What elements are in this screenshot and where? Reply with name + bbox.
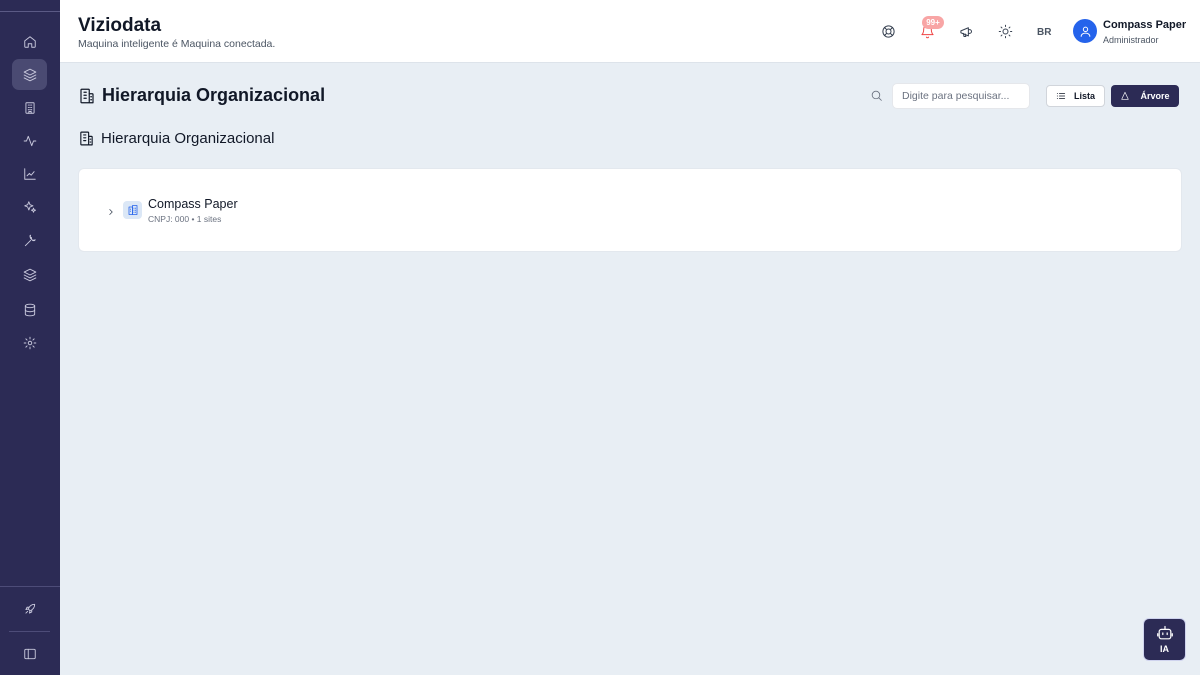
tree-node-meta: CNPJ: 000 • 1 sites: [148, 214, 222, 224]
rocket-icon: [24, 603, 35, 614]
top-header: Viziodata Maquina inteligente é Maquina …: [60, 0, 1200, 63]
database-icon: [24, 303, 35, 316]
section-title-row: Hierarquia Organizacional: [78, 130, 274, 147]
expand-toggle[interactable]: [106, 204, 118, 216]
sidebar-toggle-button[interactable]: [12, 638, 47, 669]
sidebar-item-settings[interactable]: [12, 327, 47, 358]
list-icon: [1056, 93, 1066, 99]
gear-icon: [23, 336, 36, 349]
layers-icon: [23, 268, 36, 281]
sidebar-toggle-icon: [23, 648, 36, 659]
tree-node-name[interactable]: Compass Paper: [148, 197, 238, 211]
brand-title: Viziodata: [78, 15, 162, 36]
page-title-row: Hierarquia Organizacional: [78, 85, 325, 106]
user-name[interactable]: Compass Paper: [1103, 19, 1186, 31]
hierarchy-tree-card: [78, 168, 1182, 252]
announcements-button[interactable]: [957, 22, 975, 40]
language-selector[interactable]: BR: [1037, 27, 1051, 38]
sidebar-item-organization[interactable]: [12, 92, 47, 123]
tree-icon: [1121, 91, 1130, 100]
home-icon: [23, 35, 36, 48]
sidebar-item-maintenance[interactable]: [12, 225, 47, 256]
sun-icon: [998, 24, 1012, 38]
sparkles-icon: [23, 200, 36, 213]
sidebar-item-stack[interactable]: [12, 259, 47, 290]
sidebar-item-layers[interactable]: [12, 59, 47, 90]
search-icon: [870, 89, 884, 103]
building-icon: [24, 101, 35, 114]
sidebar-item-database[interactable]: [12, 294, 47, 325]
sidebar-item-ai[interactable]: [12, 191, 47, 222]
robot-icon: [1156, 625, 1173, 640]
building-icon: [128, 205, 137, 215]
sidebar: [0, 0, 60, 675]
organization-node-icon: [123, 201, 142, 219]
sidebar-item-home[interactable]: [12, 26, 47, 57]
sidebar-item-release[interactable]: [12, 593, 47, 624]
page-title: Hierarquia Organizacional: [102, 85, 326, 105]
view-list-label: Lista: [1073, 91, 1095, 101]
avatar[interactable]: [1073, 19, 1097, 43]
support-button[interactable]: [879, 22, 897, 40]
sidebar-bottom-divider: [0, 586, 60, 587]
section-title: Hierarquia Organizacional: [101, 130, 275, 147]
view-list-button[interactable]: Lista: [1046, 85, 1105, 107]
activity-icon: [23, 135, 36, 146]
user-icon: [1080, 26, 1090, 37]
chevron-right-icon: [109, 209, 113, 215]
ai-assistant-label: IA: [1160, 644, 1169, 654]
lifebuoy-icon: [881, 24, 895, 38]
building-icon: [80, 131, 93, 146]
search-input[interactable]: [892, 83, 1030, 109]
chart-line-icon: [23, 167, 36, 180]
layers-icon: [23, 68, 36, 81]
sidebar-item-monitoring[interactable]: [12, 125, 47, 156]
sidebar-bottom-divider-2: [9, 631, 50, 632]
building-icon: [80, 88, 94, 103]
sidebar-top-divider: [0, 11, 60, 12]
ai-assistant-button[interactable]: IA: [1143, 618, 1186, 661]
user-role: Administrador: [1103, 35, 1159, 45]
wrench-icon: [24, 234, 36, 246]
notification-badge: 99+: [922, 16, 944, 29]
megaphone-icon: [959, 26, 972, 37]
view-tree-button[interactable]: Árvore: [1111, 85, 1179, 107]
theme-toggle-button[interactable]: [996, 22, 1014, 40]
view-tree-label: Árvore: [1140, 91, 1170, 101]
sidebar-item-analytics[interactable]: [12, 158, 47, 189]
brand-subtitle: Maquina inteligente é Maquina conectada.: [78, 38, 276, 50]
